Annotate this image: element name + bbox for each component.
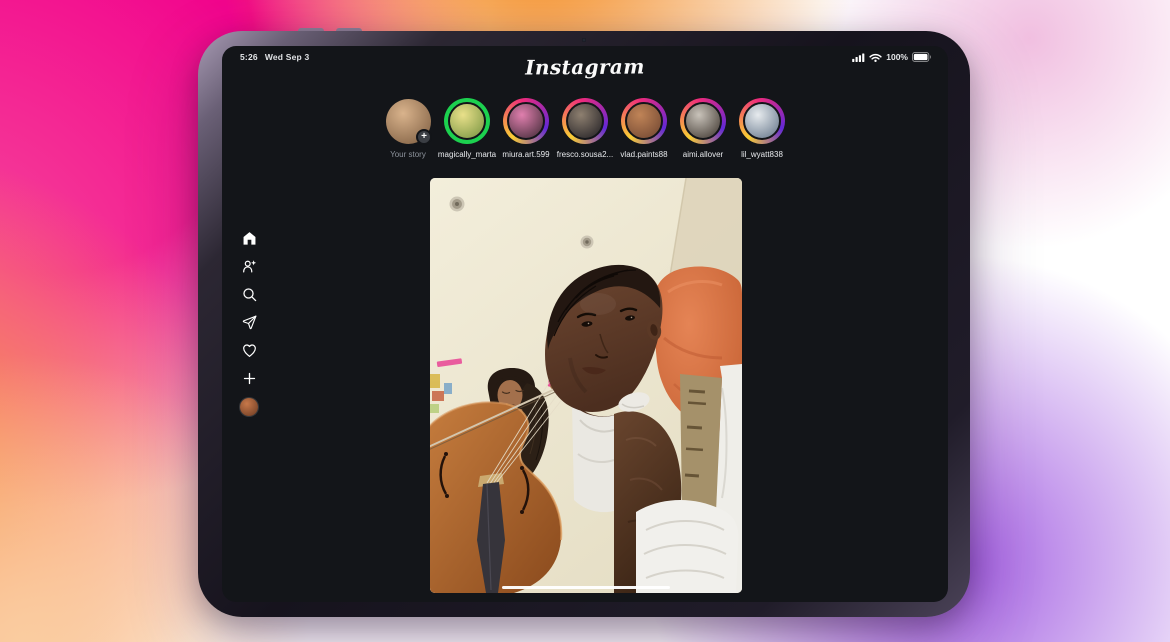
- story-item[interactable]: + Your story: [380, 98, 437, 159]
- story-item[interactable]: lil_wyatt838: [734, 98, 791, 159]
- story-item[interactable]: miura.art.599: [498, 98, 555, 159]
- sidebar-item-messages[interactable]: [237, 314, 261, 331]
- sidebar-item-create[interactable]: [237, 370, 261, 387]
- video-progress-bar: [502, 586, 670, 589]
- story-avatar: [625, 102, 663, 140]
- paper-plane-icon: [242, 315, 256, 330]
- search-icon: [242, 288, 256, 302]
- add-story-icon[interactable]: +: [416, 129, 432, 145]
- sidebar-item-profile[interactable]: [237, 397, 261, 416]
- desktop-wallpaper: 5:26 Wed Sep 3 100% Instagram + Your sto…: [0, 0, 1170, 642]
- story-avatar: [566, 102, 604, 140]
- front-camera-dot: [582, 38, 586, 42]
- home-icon: [243, 232, 255, 245]
- profile-avatar: [240, 397, 258, 416]
- story-ring: [621, 98, 667, 144]
- ipad-device: 5:26 Wed Sep 3 100% Instagram + Your sto…: [198, 28, 970, 617]
- instagram-logo: Instagram: [525, 54, 645, 80]
- post-media[interactable]: [430, 178, 742, 593]
- story-ring: [444, 98, 490, 144]
- story-ring: [680, 98, 726, 144]
- story-item[interactable]: fresco.sousa2...: [557, 98, 614, 159]
- sidebar-item-friends[interactable]: [237, 258, 261, 275]
- reel-photo-art: [430, 178, 742, 593]
- story-username: vlad.paints88: [620, 150, 668, 159]
- story-avatar: [448, 102, 486, 140]
- story-item[interactable]: magically_marta: [437, 98, 497, 159]
- story-username: lil_wyatt838: [741, 150, 783, 159]
- story-ring: [739, 98, 785, 144]
- story-ring: [503, 98, 549, 144]
- sidebar-item-search[interactable]: [237, 286, 261, 303]
- story-avatar: [743, 102, 781, 140]
- story-item[interactable]: vlad.paints88: [616, 98, 673, 159]
- story-username: Your story: [390, 150, 426, 159]
- sidebar-item-notifications[interactable]: [237, 342, 261, 359]
- story-username: magically_marta: [437, 150, 497, 159]
- story-avatar: [684, 102, 722, 140]
- stories-row: + Your story magically_marta miura.art.5…: [222, 98, 948, 159]
- story-username: fresco.sousa2...: [556, 150, 614, 159]
- person-star-icon: [242, 260, 256, 273]
- story-ring: +: [385, 98, 432, 145]
- story-ring: [562, 98, 608, 144]
- story-username: miura.art.599: [502, 150, 550, 159]
- heart-icon: [242, 344, 256, 357]
- instagram-app-screen: 5:26 Wed Sep 3 100% Instagram + Your sto…: [222, 46, 948, 602]
- story-item[interactable]: aimi.allover: [675, 98, 732, 159]
- sidebar-nav: [231, 230, 267, 416]
- sidebar-item-home[interactable]: [237, 230, 261, 247]
- plus-icon: [243, 372, 255, 385]
- story-username: aimi.allover: [682, 150, 724, 159]
- story-avatar: [507, 102, 545, 140]
